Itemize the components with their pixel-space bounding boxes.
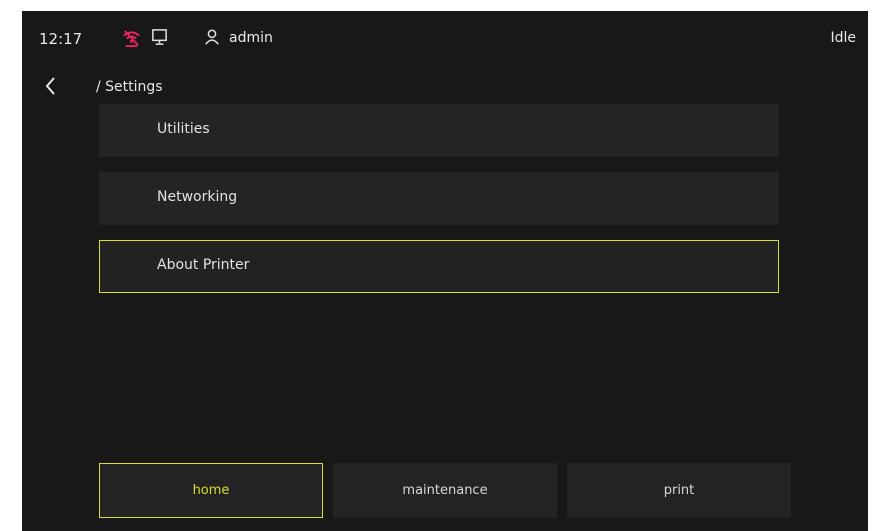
printer-screen: 12:17 admin Idle / Settings Utilities Ne… xyxy=(22,11,868,531)
chevron-left-icon[interactable] xyxy=(42,75,60,97)
network-disconnected-icon[interactable] xyxy=(122,29,141,48)
user-icon[interactable] xyxy=(203,28,221,46)
computer-icon[interactable] xyxy=(150,28,169,47)
clock: 12:17 xyxy=(39,30,83,48)
menu-item-networking[interactable]: Networking xyxy=(99,172,779,225)
breadcrumb: / Settings xyxy=(96,79,163,95)
menu-item-about-printer[interactable]: About Printer xyxy=(99,240,779,293)
menu-item-label: Networking xyxy=(157,189,238,205)
username-label[interactable]: admin xyxy=(229,30,273,46)
menu-item-label: About Printer xyxy=(157,257,250,273)
tab-print[interactable]: print xyxy=(567,463,791,518)
tab-maintenance[interactable]: maintenance xyxy=(333,463,557,518)
printer-status: Idle xyxy=(830,30,856,46)
menu-item-utilities[interactable]: Utilities xyxy=(99,104,779,157)
menu-item-label: Utilities xyxy=(157,121,210,137)
status-bar: 12:17 admin Idle xyxy=(22,11,868,69)
tab-home[interactable]: home xyxy=(99,463,323,518)
